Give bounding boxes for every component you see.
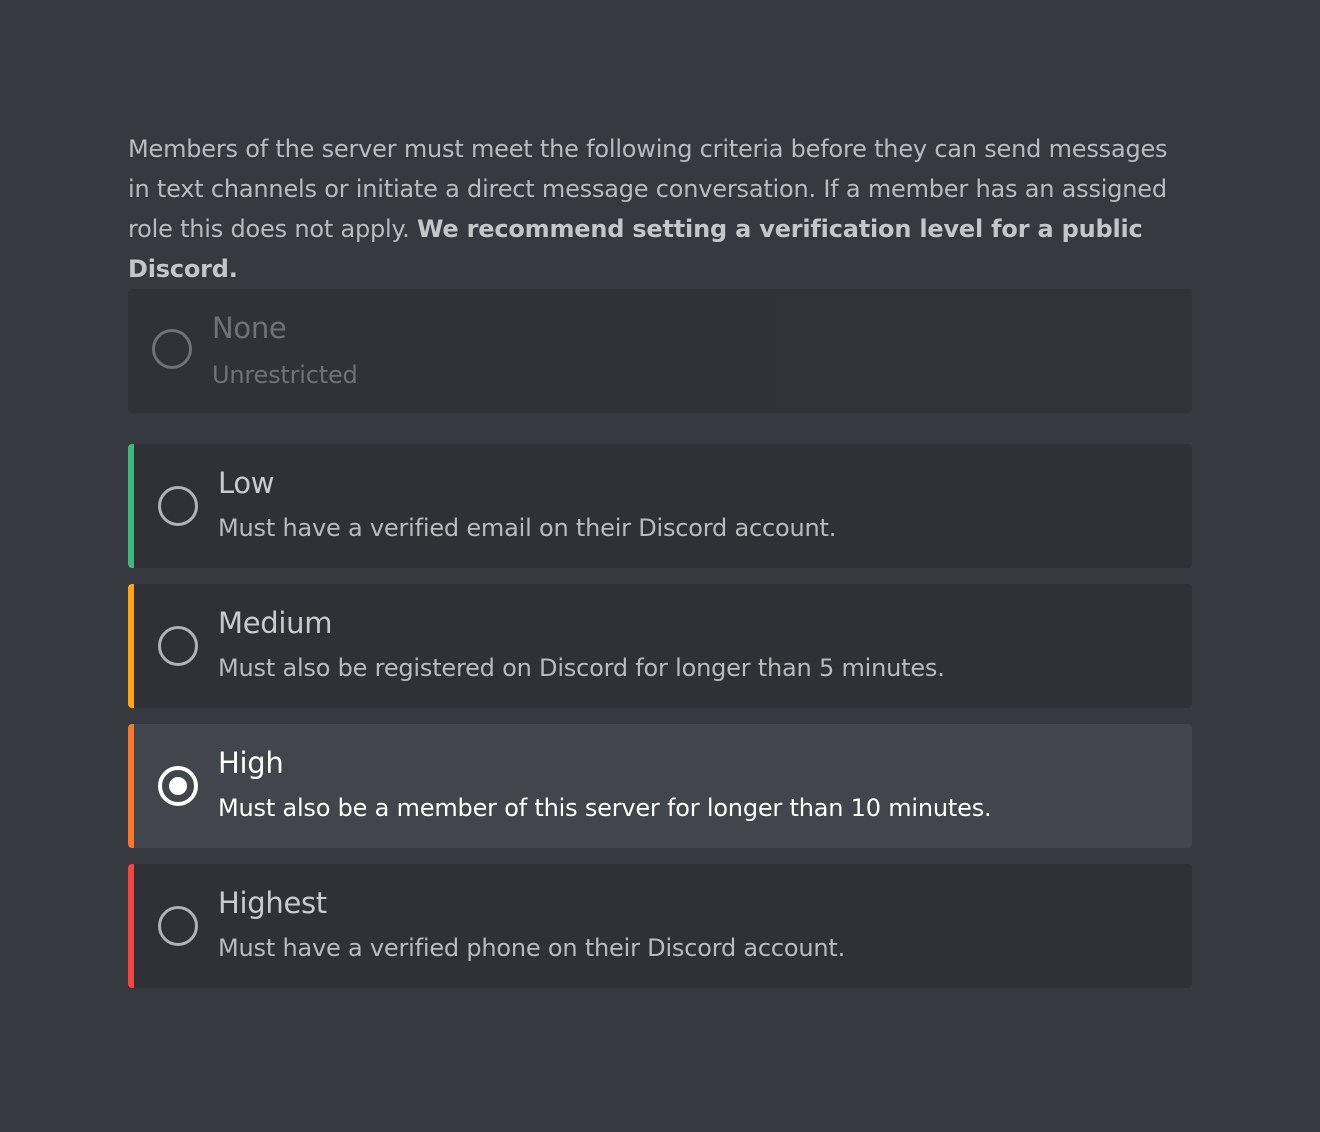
level-description-medium: Must also be registered on Discord for l… <box>218 654 945 682</box>
radio-button-medium[interactable] <box>158 626 198 666</box>
level-description-high: Must also be a member of this server for… <box>218 794 992 822</box>
radio-button-none <box>152 329 192 369</box>
level-option-highest[interactable]: Highest Must have a verified phone on th… <box>128 864 1192 988</box>
level-title-none: None <box>212 311 287 345</box>
level-option-none: None Unrestricted <box>128 289 1192 413</box>
level-color-stripe-medium <box>128 584 134 708</box>
level-title-low: Low <box>218 466 275 500</box>
level-title-highest: Highest <box>218 886 327 920</box>
option-background <box>776 289 1192 413</box>
radio-button-low[interactable] <box>158 486 198 526</box>
level-description-highest: Must have a verified phone on their Disc… <box>218 934 846 962</box>
level-color-stripe-low <box>128 444 134 568</box>
verification-level-settings: Members of the server must meet the foll… <box>0 0 1320 1132</box>
level-color-stripe-highest <box>128 864 134 988</box>
verification-description: Members of the server must meet the foll… <box>128 129 1192 289</box>
level-option-low[interactable]: Low Must have a verified email on their … <box>128 444 1192 568</box>
level-option-high[interactable]: High Must also be a member of this serve… <box>128 724 1192 848</box>
radio-button-high[interactable] <box>158 766 198 806</box>
level-option-medium[interactable]: Medium Must also be registered on Discor… <box>128 584 1192 708</box>
level-description-none: Unrestricted <box>212 361 358 389</box>
level-color-stripe-high <box>128 724 134 848</box>
level-description-low: Must have a verified email on their Disc… <box>218 514 837 542</box>
level-title-medium: Medium <box>218 606 333 640</box>
radio-button-highest[interactable] <box>158 906 198 946</box>
level-title-high: High <box>218 746 284 780</box>
